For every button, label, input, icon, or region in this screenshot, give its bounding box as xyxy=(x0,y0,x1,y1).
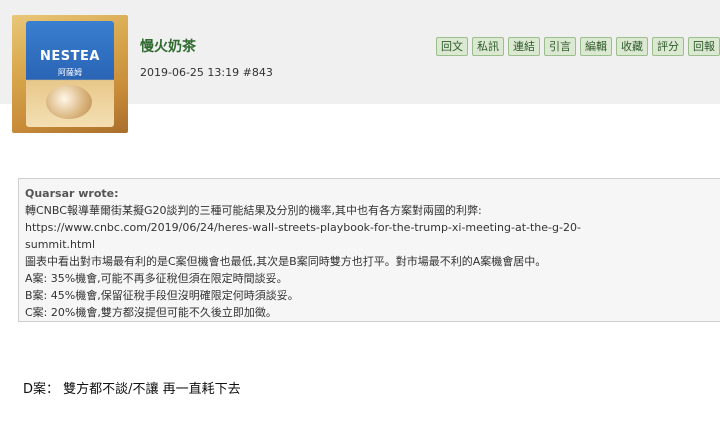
report-button[interactable]: 回報 xyxy=(688,37,720,56)
rate-button[interactable]: 評分 xyxy=(652,37,684,56)
quote-line: A案: 35%機會,可能不再多征稅但須在限定時間談妥。 xyxy=(25,272,288,285)
post-datetime: 2019-06-25 13:19 xyxy=(140,66,240,79)
avatar-brand-text: NESTEA xyxy=(40,49,100,64)
quote-button[interactable]: 引言 xyxy=(544,37,576,56)
quote-author: Quarsar wrote: xyxy=(25,187,119,200)
link-button[interactable]: 連結 xyxy=(508,37,540,56)
quote-block: Quarsar wrote: 轉CNBC報導華爾街某擬G20談判的三種可能結果及… xyxy=(18,178,720,322)
avatar-milk-swirl xyxy=(46,85,92,119)
quote-link-continued[interactable]: summit.html xyxy=(25,236,720,253)
post-username[interactable]: 慢火奶茶 xyxy=(140,36,196,56)
reply-body-text: D案： 雙方都不談/不讓 再一直耗下去 xyxy=(23,382,241,397)
reply-button[interactable]: 回文 xyxy=(436,37,468,56)
avatar[interactable]: NESTEA 阿薩姆 xyxy=(12,15,128,133)
edit-button[interactable]: 編輯 xyxy=(580,37,612,56)
private-message-button[interactable]: 私訊 xyxy=(472,37,504,56)
avatar-sub-text: 阿薩姆 xyxy=(58,68,82,77)
quote-line: C案: 20%機會,雙方都沒提但可能不久後立即加徵。 xyxy=(25,306,277,319)
quote-line: 圖表中看出對市場最有利的是C案但機會也最低,其次是B案同時雙方也打平。對市場最不… xyxy=(25,255,547,268)
quote-link[interactable]: https://www.cnbc.com/2019/06/24/heres-wa… xyxy=(25,219,720,236)
quote-line: 轉CNBC報導華爾街某擬G20談判的三種可能結果及分別的機率,其中也有各方案對兩… xyxy=(25,204,482,217)
post-floor-number: #843 xyxy=(242,66,273,79)
post-action-bar: 回文 私訊 連結 引言 編輯 收藏 評分 回報 xyxy=(436,37,720,56)
favorite-button[interactable]: 收藏 xyxy=(616,37,648,56)
post-meta: 2019-06-25 13:19 #843 xyxy=(140,66,273,79)
quote-line: B案: 45%機會,保留征稅手段但沒明確限定何時須談妥。 xyxy=(25,289,299,302)
